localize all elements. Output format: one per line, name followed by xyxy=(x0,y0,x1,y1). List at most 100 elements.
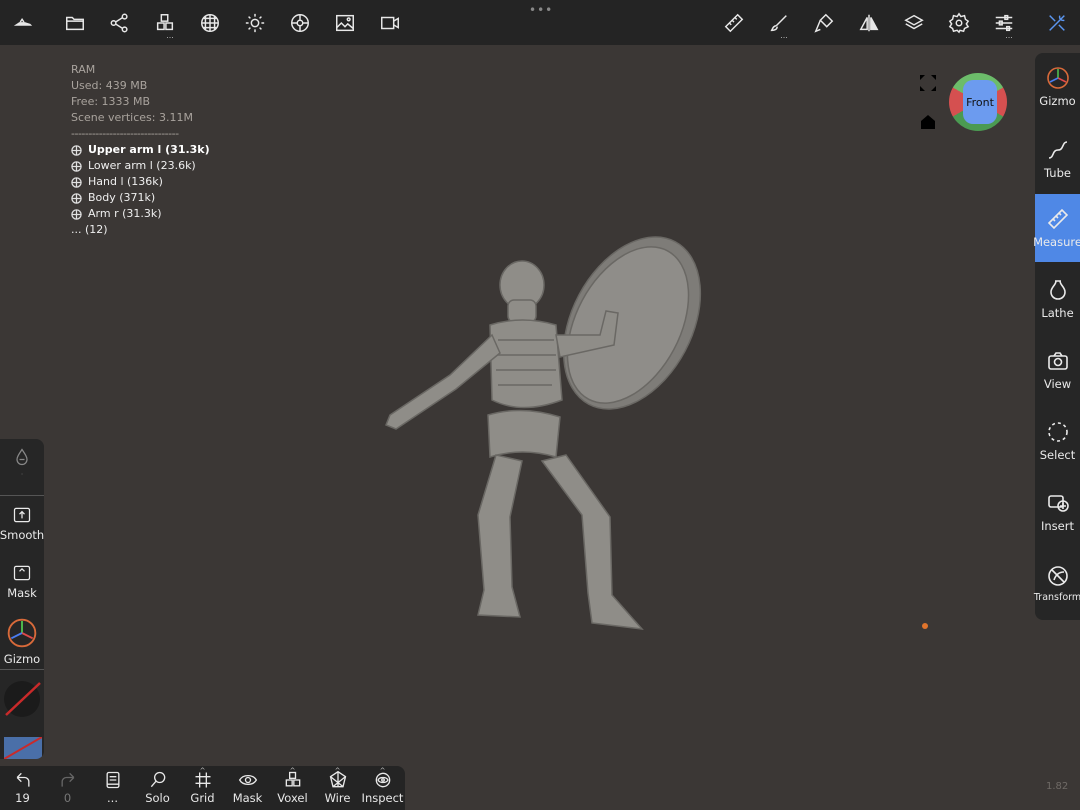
image-icon[interactable] xyxy=(330,8,360,38)
lathe-tool[interactable]: Lathe xyxy=(1035,265,1080,333)
more-indicator: ... xyxy=(1005,31,1013,40)
sphere-grid-icon[interactable] xyxy=(195,8,225,38)
scene-vertices: Scene vertices: 3.11M xyxy=(71,111,193,124)
insert-tool[interactable]: Insert xyxy=(1035,478,1080,546)
transform-tool[interactable]: Transform xyxy=(1034,549,1080,617)
object-label: Lower arm l (23.6k) xyxy=(88,159,196,172)
sphere-object-icon xyxy=(71,176,82,188)
mask-tool[interactable]: Mask xyxy=(0,563,44,600)
smooth-tool[interactable]: Smooth xyxy=(0,505,44,542)
solo-button[interactable]: Solo xyxy=(135,770,180,805)
object-item[interactable]: Body (371k) xyxy=(71,190,210,206)
view-cube-front-face[interactable]: Front xyxy=(963,80,997,124)
notes-label: ... xyxy=(107,791,118,805)
sphere-object-icon xyxy=(71,144,82,156)
tube-curve-icon xyxy=(1048,141,1067,159)
left-tool-panel: · Smooth Mask Gizmo xyxy=(0,439,44,759)
gizmo-icon xyxy=(7,618,37,648)
vase-icon xyxy=(1049,280,1066,300)
wire-button[interactable]: ^ Wire xyxy=(315,767,360,805)
object-item[interactable]: Arm r (31.3k) xyxy=(71,206,210,222)
object-item[interactable]: Lower arm l (23.6k) xyxy=(71,158,210,174)
more-indicator: ... xyxy=(166,31,174,40)
top-toolbar: ••• ... ... ... xyxy=(0,0,1080,45)
voxel-button[interactable]: ^ Voxel xyxy=(270,767,315,805)
inspect-button[interactable]: ^ Inspect xyxy=(360,767,405,805)
more-objects[interactable]: ... (12) xyxy=(71,222,210,238)
mask-label: Mask xyxy=(7,586,37,600)
more-indicator: ... xyxy=(780,31,788,40)
redo-button[interactable]: 0 xyxy=(45,770,90,805)
smooth-label: Smooth xyxy=(0,528,44,542)
drop-value-dot: · xyxy=(20,470,24,479)
sun-icon[interactable] xyxy=(240,8,270,38)
stats-separator: ------------------------------- xyxy=(71,127,179,140)
measure-label: Measure xyxy=(1033,235,1080,249)
caret-up-icon: ^ xyxy=(199,767,206,775)
mask-label: Mask xyxy=(232,791,263,805)
object-label: Arm r (31.3k) xyxy=(88,207,162,220)
eye-icon xyxy=(238,774,257,786)
notes-button[interactable]: ... xyxy=(90,770,135,805)
object-label: Upper arm l (31.3k) xyxy=(88,143,210,156)
object-item[interactable]: Upper arm l (31.3k) xyxy=(71,142,210,158)
fullscreen-icon[interactable] xyxy=(918,73,938,93)
caret-up-icon: ^ xyxy=(379,767,386,775)
measure-tool[interactable]: Measure xyxy=(1033,194,1080,262)
transform-icon xyxy=(1047,565,1068,586)
gizmo-tool-left[interactable]: Gizmo xyxy=(0,617,44,666)
voxel-label: Voxel xyxy=(277,791,308,805)
sphere-object-icon xyxy=(71,208,82,220)
boat-logo-icon[interactable] xyxy=(8,8,38,38)
scene-graph-icon[interactable] xyxy=(105,8,135,38)
layers-icon[interactable] xyxy=(899,8,929,38)
brush-intensity[interactable]: · xyxy=(0,447,44,479)
ram-label: RAM xyxy=(71,63,96,76)
object-label: Body (371k) xyxy=(88,191,156,204)
folder-icon[interactable] xyxy=(60,8,90,38)
grid-button[interactable]: ^ Grid xyxy=(180,767,225,805)
object-label: Hand l (136k) xyxy=(88,175,163,188)
redo-count: 0 xyxy=(63,791,72,805)
home-icon[interactable] xyxy=(918,112,938,132)
pivot-point[interactable] xyxy=(922,623,928,629)
video-camera-icon[interactable] xyxy=(375,8,405,38)
lathe-label: Lathe xyxy=(1041,306,1074,320)
caret-up-icon: ^ xyxy=(289,767,296,775)
bottom-toolbar: 19 0 ... Solo ^ Grid Mask ^ Voxel ^ Wire… xyxy=(0,766,405,810)
material-swatch-icon[interactable] xyxy=(4,737,42,759)
undo-button[interactable]: 19 xyxy=(0,770,45,805)
tube-label: Tube xyxy=(1044,166,1071,180)
redo-arrow-icon xyxy=(61,772,74,787)
select-tool[interactable]: Select xyxy=(1035,407,1080,475)
drag-handle-dots[interactable]: ••• xyxy=(529,3,553,17)
sphere-object-icon xyxy=(71,192,82,204)
mask-visibility-button[interactable]: Mask xyxy=(225,770,270,805)
gizmo-tool[interactable]: Gizmo xyxy=(1035,53,1080,121)
view-label: View xyxy=(1043,377,1072,391)
paint-tool-icon[interactable] xyxy=(809,8,839,38)
ruler-icon[interactable] xyxy=(719,8,749,38)
wire-label: Wire xyxy=(324,791,351,805)
skeleton-model[interactable] xyxy=(370,225,720,635)
view-tool[interactable]: View xyxy=(1035,336,1080,404)
camera-icon xyxy=(1047,352,1068,370)
notebook-icon xyxy=(106,771,119,789)
material-ball-icon[interactable] xyxy=(285,8,315,38)
tools-icon[interactable] xyxy=(1042,8,1072,38)
tube-tool[interactable]: Tube xyxy=(1035,125,1080,193)
object-item[interactable]: Hand l (136k) xyxy=(71,174,210,190)
divider xyxy=(0,669,44,670)
insert-label: Insert xyxy=(1041,519,1074,533)
settings-gear-icon[interactable] xyxy=(944,8,974,38)
gizmo-icon xyxy=(1046,67,1069,89)
scene-stats: RAM Used: 439 MB Free: 1333 MB Scene ver… xyxy=(71,62,210,238)
gizmo-label: Gizmo xyxy=(1039,94,1076,108)
select-label: Select xyxy=(1039,448,1076,462)
gizmo-label: Gizmo xyxy=(3,652,41,666)
alpha-stroke-icon[interactable] xyxy=(2,679,42,719)
right-tool-panel: Gizmo Tube Measure Lathe View Select Ins… xyxy=(1033,53,1080,620)
version-label: 1.82 xyxy=(1046,781,1069,792)
symmetry-icon[interactable] xyxy=(854,8,884,38)
insert-plus-icon xyxy=(1047,495,1069,512)
